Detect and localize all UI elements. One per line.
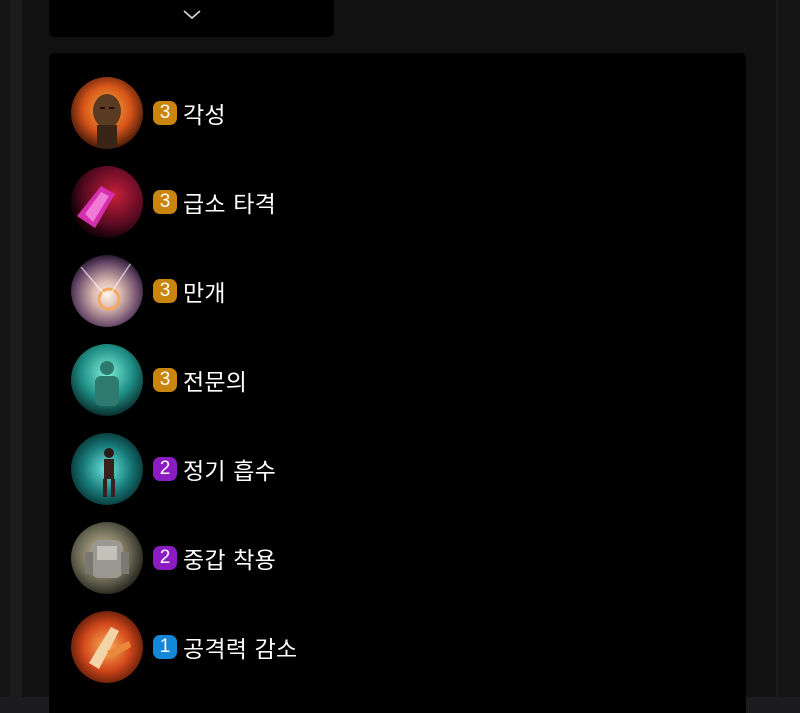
trait-count-badge: 2	[153, 457, 177, 481]
trait-name: 전문의	[183, 370, 248, 396]
trait-name: 정기 흡수	[183, 459, 276, 485]
trait-item-surge-strike[interactable]: 3 급소 타격	[71, 165, 276, 239]
trait-count-badge: 1	[153, 635, 177, 659]
collapse-toggle-button[interactable]	[49, 0, 334, 37]
trait-item-awakening[interactable]: 3 각성	[71, 76, 226, 150]
left-border	[0, 0, 10, 697]
awakening-icon	[71, 77, 143, 149]
bloom-icon	[71, 255, 143, 327]
expert-icon	[71, 344, 143, 416]
trait-item-heavy-armor[interactable]: 2 중갑 착용	[71, 521, 276, 595]
trait-count-badge: 3	[153, 101, 177, 125]
trait-item-attack-down[interactable]: 1 공격력 감소	[71, 610, 297, 684]
trait-name: 공격력 감소	[183, 637, 298, 663]
trait-count-badge: 3	[153, 279, 177, 303]
trait-item-expert[interactable]: 3 전문의	[71, 343, 247, 417]
trait-name: 중갑 착용	[183, 548, 276, 574]
trait-count-badge: 2	[153, 546, 177, 570]
trait-item-essence-drain[interactable]: 2 정기 흡수	[71, 432, 276, 506]
right-border	[778, 0, 800, 697]
chevron-down-icon	[182, 9, 201, 19]
trait-count-badge: 3	[153, 190, 177, 214]
trait-count-badge: 3	[153, 368, 177, 392]
trait-name: 각성	[183, 103, 226, 129]
trait-item-bloom[interactable]: 3 만개	[71, 254, 226, 328]
trait-name: 만개	[183, 281, 226, 307]
trait-name: 급소 타격	[183, 192, 276, 218]
heavy-armor-icon	[71, 522, 143, 594]
essence-drain-icon	[71, 433, 143, 505]
attack-down-icon	[71, 611, 143, 683]
surge-strike-icon	[71, 166, 143, 238]
trait-list-panel: 3 각성 3 급소 타격 3 만개 3 전문의 2 정기 흡수 2 중갑 착용 …	[49, 53, 746, 713]
